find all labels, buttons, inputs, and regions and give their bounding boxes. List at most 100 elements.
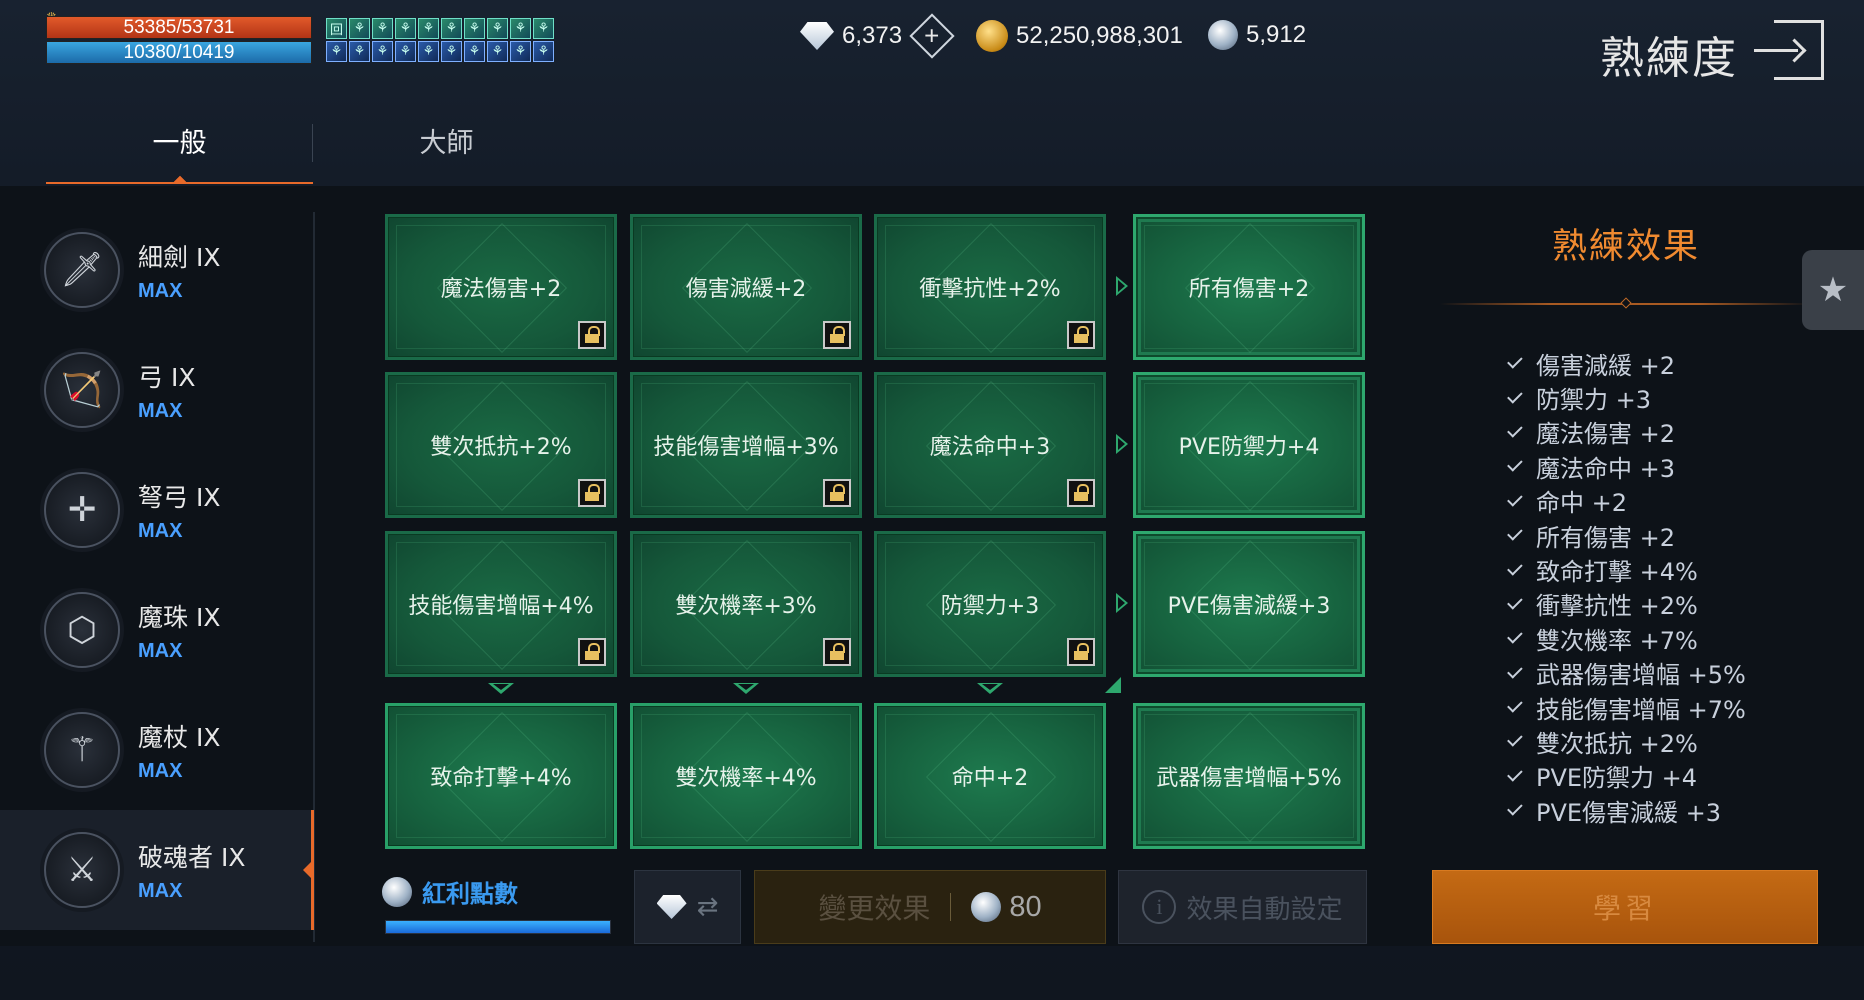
buff-icons[interactable]: 回 ⚘ ⚘ ⚘ ⚘ ⚘ ⚘ ⚘ ⚘ ⚘ ⚘ ⚘ ⚘ ⚘ ⚘ ⚘ ⚘ ⚘ ⚘ ⚘ <box>326 18 554 62</box>
weapon-name: 弓 IX <box>138 362 196 392</box>
effect-item: 致命打擊 +4% <box>1506 552 1746 586</box>
reward-node[interactable]: 所有傷害+2 <box>1133 214 1365 360</box>
buff-icon[interactable]: ⚘ <box>464 18 485 39</box>
buff-icon[interactable]: ⚘ <box>533 41 554 62</box>
currency-swap-button[interactable]: ⇄ <box>634 870 741 944</box>
weapon-level: MAX <box>138 519 183 542</box>
reward-node[interactable]: PVE防禦力+4 <box>1133 372 1365 518</box>
tab-general[interactable]: 一般 <box>46 118 313 184</box>
buff-icon[interactable]: 回 <box>326 18 347 39</box>
learn-button[interactable]: 學習 <box>1432 870 1818 944</box>
node-label: 技能傷害增幅+3% <box>653 435 839 460</box>
buff-icon[interactable]: ⚘ <box>418 41 439 62</box>
buff-icon[interactable]: ⚘ <box>349 18 370 39</box>
buff-icon[interactable]: ⚘ <box>349 41 370 62</box>
buff-icon[interactable]: ⚘ <box>510 41 531 62</box>
reward-node[interactable]: PVE傷害減緩+3 <box>1133 531 1365 677</box>
effect-text: 命中 +2 <box>1536 489 1628 518</box>
buff-icon[interactable]: ⚘ <box>464 41 485 62</box>
diamond-icon <box>800 22 834 50</box>
favorite-star-icon[interactable]: ★ <box>1802 250 1864 330</box>
bonus-progress-fill <box>386 921 610 933</box>
orb-amount: 5,912 <box>1246 21 1307 48</box>
effects-divider <box>1440 303 1810 305</box>
mastery-node[interactable]: 防禦力+3 <box>874 531 1106 677</box>
bonus-orb-icon <box>382 876 412 907</box>
reward-node[interactable]: 武器傷害增幅+5% <box>1133 703 1365 849</box>
buff-icon[interactable]: ⚘ <box>441 41 462 62</box>
mastery-node[interactable]: 雙次抵抗+2% <box>385 372 617 518</box>
check-icon <box>1507 353 1523 369</box>
buff-icon[interactable]: ⚘ <box>441 18 462 39</box>
check-icon <box>1507 525 1523 541</box>
buff-icon[interactable]: ⚘ <box>326 41 347 62</box>
gold-currency: 52,250,988,301 <box>976 20 1183 52</box>
check-icon <box>1507 697 1523 713</box>
diamond-currency: 6,373 + <box>800 13 955 59</box>
tab-divider <box>312 124 313 162</box>
buff-icon[interactable]: ⚘ <box>533 18 554 39</box>
buff-icon[interactable]: ⚘ <box>418 18 439 39</box>
weapon-item[interactable]: ⚚ 魔杖 IX MAX <box>0 690 314 810</box>
effect-item: 武器傷害增幅 +5% <box>1506 656 1746 690</box>
buff-icon[interactable]: ⚘ <box>487 18 508 39</box>
lock-icon <box>578 321 606 349</box>
mastery-node[interactable]: 衝擊抗性+2% <box>874 214 1106 360</box>
effect-text: 雙次抵抗 +2% <box>1536 730 1698 758</box>
reward-label: PVE傷害減緩+3 <box>1167 594 1331 619</box>
buff-icon[interactable]: ⚘ <box>372 41 393 62</box>
add-diamond-button[interactable]: + <box>909 13 955 59</box>
mastery-node[interactable]: 致命打擊+4% <box>385 703 617 849</box>
effect-item: 所有傷害 +2 <box>1506 518 1746 552</box>
effect-text: 魔法命中 +3 <box>1536 454 1676 483</box>
node-label: 防禦力+3 <box>940 594 1040 619</box>
node-label: 雙次機率+4% <box>675 766 817 791</box>
mastery-node[interactable]: 技能傷害增幅+3% <box>630 372 862 518</box>
buff-icon[interactable]: ⚘ <box>395 18 416 39</box>
arrow-diagonal-icon <box>1105 677 1121 693</box>
mastery-node[interactable]: 傷害減緩+2 <box>630 214 862 360</box>
node-label: 傷害減緩+2 <box>685 277 807 302</box>
effect-item: PVE防禦力 +4 <box>1506 759 1746 793</box>
node-label: 命中+2 <box>951 766 1029 791</box>
node-label: 魔法命中+3 <box>929 435 1051 460</box>
plus-icon: + <box>924 21 940 51</box>
mastery-node[interactable]: 命中+2 <box>874 703 1106 849</box>
change-cost-value: 80 <box>1009 890 1042 923</box>
weapon-name: 魔杖 IX <box>138 722 221 752</box>
effect-item: PVE傷害減緩 +3 <box>1506 793 1746 827</box>
orb-currency: 5,912 <box>1208 20 1306 50</box>
buff-icon[interactable]: ⚘ <box>510 18 531 39</box>
mastery-node[interactable]: 技能傷害增幅+4% <box>385 531 617 677</box>
node-label: 技能傷害增幅+4% <box>408 594 594 619</box>
buff-icon[interactable]: ⚘ <box>372 18 393 39</box>
weapon-item[interactable]: ✛ 弩弓 IX MAX <box>0 450 314 570</box>
effect-text: PVE防禦力 +4 <box>1536 764 1698 793</box>
buff-icon[interactable]: ⚘ <box>487 41 508 62</box>
effect-item: 傷害減緩 +2 <box>1506 346 1746 380</box>
arrow-down-icon <box>977 683 1003 694</box>
tab-master[interactable]: 大師 <box>313 118 580 184</box>
exit-icon[interactable] <box>1754 20 1824 80</box>
mastery-node[interactable]: 雙次機率+3% <box>630 531 862 677</box>
effect-item: 雙次抵抗 +2% <box>1506 724 1746 758</box>
mastery-node[interactable]: 魔法傷害+2 <box>385 214 617 360</box>
node-label: 雙次機率+3% <box>675 594 817 619</box>
weapon-item[interactable]: ⬡ 魔珠 IX MAX <box>0 570 314 690</box>
gold-amount: 52,250,988,301 <box>1016 22 1183 49</box>
buff-icon[interactable]: ⚘ <box>395 41 416 62</box>
weapon-level: MAX <box>138 639 183 662</box>
check-icon <box>1507 456 1523 473</box>
weapon-item[interactable]: ⚔ 破魂者 IX MAX <box>0 810 314 930</box>
change-effect-button[interactable]: 變更效果 80 <box>754 870 1106 944</box>
mastery-node[interactable]: 魔法命中+3 <box>874 372 1106 518</box>
change-effect-label: 變更效果 <box>818 892 931 925</box>
effect-text: 魔法傷害 +2 <box>1536 420 1676 449</box>
auto-set-effect-button[interactable]: i 效果自動設定 <box>1118 870 1367 944</box>
weapon-item[interactable]: 🗡 細劍 IX MAX <box>0 210 314 330</box>
mastery-node[interactable]: 雙次機率+4% <box>630 703 862 849</box>
effect-item: 防禦力 +3 <box>1506 380 1746 414</box>
auto-set-label: 效果自動設定 <box>1186 894 1343 925</box>
check-icon <box>1507 422 1523 438</box>
weapon-item[interactable]: 🏹 弓 IX MAX <box>0 330 314 450</box>
